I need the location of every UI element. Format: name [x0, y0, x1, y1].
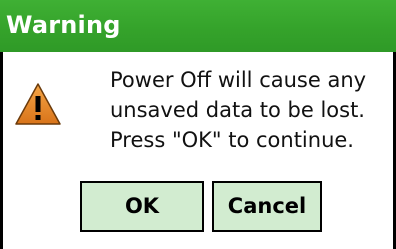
warning-dialog: Warning Power Off will cause any unsaved… — [0, 0, 396, 249]
message-line: Press "OK" to continue. — [110, 128, 354, 152]
dialog-border-left — [0, 52, 3, 249]
cancel-button[interactable]: Cancel — [212, 181, 322, 232]
message-line: unsaved data to be lost. — [110, 98, 365, 122]
ok-button[interactable]: OK — [80, 181, 204, 232]
dialog-title: Warning — [6, 11, 121, 39]
message-line: Power Off will cause any — [110, 68, 367, 92]
title-bar: Warning — [0, 0, 396, 52]
warning-icon — [15, 83, 61, 125]
warning-message: Power Off will cause any unsaved data to… — [110, 65, 392, 155]
